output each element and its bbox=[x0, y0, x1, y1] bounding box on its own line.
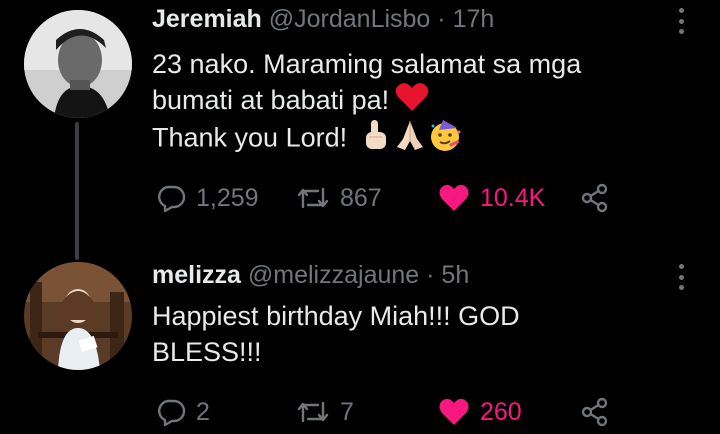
reply-count: 1,259 bbox=[196, 183, 259, 212]
timestamp[interactable]: 5h bbox=[441, 261, 469, 289]
retweet-icon bbox=[296, 183, 330, 213]
reply-icon bbox=[156, 183, 186, 213]
tweet-line-2: bumati at babati pa! bbox=[152, 82, 581, 118]
like-count: 260 bbox=[480, 397, 522, 426]
like-button[interactable]: 260 bbox=[438, 392, 522, 432]
more-options-icon[interactable] bbox=[676, 8, 686, 34]
tweet-line: 23 nako. Maraming salamat sa mga bbox=[152, 49, 582, 79]
reply-button[interactable]: 1,259 bbox=[156, 178, 259, 218]
tweet-line-2: BLESS!!! bbox=[152, 337, 262, 367]
share-button[interactable] bbox=[580, 392, 610, 432]
separator: · bbox=[426, 261, 435, 289]
reply-button[interactable]: 2 bbox=[156, 392, 210, 432]
like-button[interactable]: 10.4K bbox=[438, 178, 545, 218]
tweet-text: Happiest birthday Miah!!! GOD BLESS!!! bbox=[152, 298, 520, 370]
share-button[interactable] bbox=[580, 178, 610, 218]
tweet-text: 23 nako. Maraming salamat sa mga bumati … bbox=[152, 46, 581, 154]
tweet-line: Happiest birthday Miah!!! GOD bbox=[152, 301, 520, 331]
tweet-header: melizza @melizzajaune · 5h bbox=[152, 260, 469, 290]
user-handle[interactable]: @melizzajaune bbox=[248, 261, 419, 289]
reply-icon bbox=[156, 397, 186, 427]
tweet-header: Jeremiah @JordanLisbo · 17h bbox=[152, 4, 494, 34]
reply-count: 2 bbox=[196, 397, 210, 426]
tweet-actions: 2 7 260 bbox=[152, 392, 712, 432]
retweet-count: 867 bbox=[340, 183, 382, 212]
avatar[interactable] bbox=[24, 262, 132, 370]
folded-hands-icon bbox=[393, 119, 427, 160]
partying-face-icon bbox=[427, 118, 463, 161]
more-options-icon[interactable] bbox=[676, 264, 686, 290]
tweet-line-3: Thank you Lord! bbox=[152, 118, 581, 154]
display-name[interactable]: melizza bbox=[152, 261, 241, 289]
red-heart-icon bbox=[395, 82, 429, 121]
retweet-button[interactable]: 7 bbox=[296, 392, 354, 432]
retweet-count: 7 bbox=[340, 397, 354, 426]
share-icon bbox=[580, 397, 610, 427]
share-icon bbox=[580, 183, 610, 213]
separator: · bbox=[437, 5, 446, 33]
tweet-actions: 1,259 867 10.4K bbox=[152, 178, 712, 218]
avatar[interactable] bbox=[24, 10, 132, 118]
heart-icon bbox=[438, 183, 470, 213]
heart-icon bbox=[438, 397, 470, 427]
tweet-jeremiah[interactable]: Jeremiah @JordanLisbo · 17h 23 nako. Mar… bbox=[0, 0, 720, 260]
thread-line bbox=[75, 122, 79, 260]
user-handle[interactable]: @JordanLisbo bbox=[269, 5, 431, 33]
like-count: 10.4K bbox=[480, 183, 546, 212]
pointing-up-icon bbox=[361, 119, 391, 160]
retweet-icon bbox=[296, 397, 330, 427]
timestamp[interactable]: 17h bbox=[453, 5, 495, 33]
retweet-button[interactable]: 867 bbox=[296, 178, 382, 218]
tweet-melizza[interactable]: melizza @melizzajaune · 5h Happiest birt… bbox=[0, 260, 720, 434]
display-name[interactable]: Jeremiah bbox=[152, 5, 262, 33]
